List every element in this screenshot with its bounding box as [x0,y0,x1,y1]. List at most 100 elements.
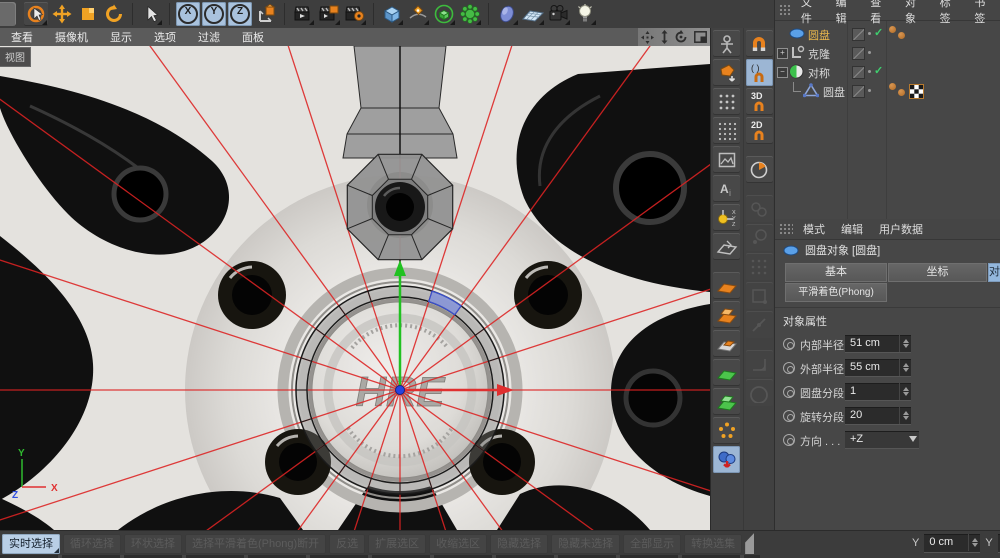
outer-radius-field[interactable]: 55 cm [845,359,911,376]
layer-box[interactable] [852,85,865,98]
lock-x-axis-button[interactable]: X [176,2,200,26]
rotate-view-icon[interactable] [674,30,688,44]
spinner[interactable] [899,335,911,352]
floor-button[interactable] [521,2,545,26]
coordinate-system-button[interactable] [254,2,278,26]
layer-box[interactable] [852,47,865,60]
rotation-segments-field[interactable]: 20 [845,407,911,424]
zoom-view-icon[interactable] [660,30,669,44]
am-menu-userdata[interactable]: 用户数据 [871,221,931,237]
enabled-check-icon[interactable]: ✓ [874,64,883,77]
planar-workplane-icon[interactable] [713,301,741,328]
axis-center-icon[interactable]: XYZ [713,204,741,231]
object-row-disc-polygon[interactable]: 圆盘 [775,81,1000,100]
annotation-icon[interactable]: Ai [713,175,741,202]
layer-box[interactable] [852,66,865,79]
dense-grid-icon[interactable] [713,117,741,144]
convert-selection-command: 转换选集 [684,533,743,554]
spinner[interactable] [899,407,911,424]
keyframe-dot-icon[interactable] [783,386,795,398]
viewport-menu-filter[interactable]: 过滤 [187,29,231,45]
render-to-picture-viewer-button[interactable] [317,2,341,26]
object-row-cloner[interactable]: + 克隆 [775,43,1000,62]
viewport-menu-panel[interactable]: 面板 [231,29,275,45]
workplane-icon[interactable] [713,233,741,260]
layer-box[interactable] [852,28,865,41]
spinner[interactable] [899,383,911,400]
scale-tool[interactable] [76,2,100,26]
lock-y-axis-button[interactable]: Y [202,2,226,26]
collapse-icon[interactable]: − [777,67,788,78]
spinner[interactable] [968,534,980,551]
inner-radius-field[interactable]: 51 cm [845,335,911,352]
grow-selection-command: 扩展选区 [368,533,427,554]
enable-snap-icon[interactable] [745,30,773,57]
disabled-snap-icon [745,224,773,251]
keyframe-dot-icon[interactable] [783,434,795,446]
workplane-y-icon[interactable] [713,388,741,415]
spline-pen-button[interactable] [406,2,430,26]
live-selection-command[interactable]: 实时选择 [2,533,60,554]
viewport-menu-view[interactable]: 查看 [0,29,44,45]
disabled-square-snap-icon [745,282,773,309]
make-editable-icon[interactable] [713,59,741,86]
dynamics-gravity-icon[interactable] [713,446,741,473]
palette-handle-icon[interactable] [779,223,793,235]
generators-button[interactable] [432,2,456,26]
snap-3d-icon[interactable]: 3D [745,88,773,115]
lock-z-axis-button[interactable]: Z [228,2,252,26]
tab-object-active[interactable]: 对象 [988,263,1000,282]
environment-button[interactable] [495,2,519,26]
rotation-snap-icon[interactable] [745,156,773,183]
align-workplane-icon[interactable] [713,330,741,357]
clipped-toolbar-button[interactable] [0,2,16,26]
add-cube-primitive-button[interactable] [380,2,404,26]
phong-break-selection-command: 选择平滑着色(Phong)断开 [185,533,327,554]
viewport-name-label: 视图 [0,47,31,67]
expand-icon[interactable]: + [777,48,788,59]
guide-points-icon[interactable] [713,417,741,444]
texture-tag-icon[interactable] [909,84,924,99]
texture-view-icon[interactable] [713,146,741,173]
toggle-view-layout-icon[interactable] [694,31,708,43]
viewport-3d-canvas[interactable]: HRE [0,46,710,530]
camera-button[interactable] [547,2,571,26]
character-tool-icon[interactable] [713,30,741,57]
spinner[interactable] [899,359,911,376]
coordinate-y-field[interactable]: 0 cm [924,534,981,552]
ring-selection-command: 环状选择 [124,533,182,554]
enabled-check-icon[interactable]: ✓ [874,26,883,39]
auto-snap-icon[interactable]: ( ) [745,59,773,86]
palette-handle-icon[interactable] [779,4,791,16]
am-menu-edit[interactable]: 编辑 [833,221,871,237]
svg-text:A: A [720,182,729,196]
am-menu-mode[interactable]: 模式 [795,221,833,237]
workplane-x-icon[interactable] [713,359,741,386]
side-dock: Ai XYZ ( ) 3D 2D [710,28,775,530]
render-view-button[interactable] [291,2,315,26]
pan-view-icon[interactable] [640,30,654,44]
viewport-menu-options[interactable]: 选项 [143,29,187,45]
rotate-tool[interactable] [102,2,126,26]
keyframe-dot-icon[interactable] [783,362,795,374]
object-row-disc-spline[interactable]: 圆盘 ✓ [775,24,1000,43]
keyframe-dot-icon[interactable] [783,410,795,422]
move-tool[interactable] [50,2,74,26]
viewport-menu-display[interactable]: 显示 [99,29,143,45]
snap-2d-icon[interactable]: 2D [745,117,773,144]
quantize-grid-icon[interactable] [713,88,741,115]
live-selection-tool[interactable] [24,2,48,26]
tab-basic[interactable]: 基本 [785,263,887,282]
render-settings-button[interactable] [343,2,367,26]
deformers-button[interactable] [458,2,482,26]
viewport-menu-camera[interactable]: 摄像机 [44,29,99,45]
disc-segments-field[interactable]: 1 [845,383,911,400]
orientation-dropdown[interactable]: +Z [845,431,919,448]
object-row-symmetry[interactable]: − 对称 ✓ [775,62,1000,81]
light-button[interactable] [573,2,597,26]
tab-coordinates[interactable]: 坐标 [888,263,987,282]
tab-phong[interactable]: 平滑着色(Phong) [785,283,887,302]
selection-tool[interactable] [139,2,163,26]
keyframe-dot-icon[interactable] [783,338,795,350]
lock-workplane-icon[interactable] [713,272,741,299]
